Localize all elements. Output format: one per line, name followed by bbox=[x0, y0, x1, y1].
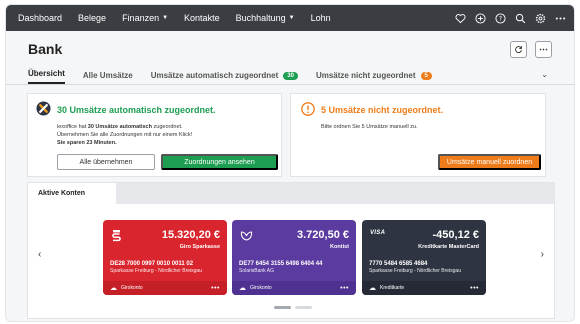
text-fragment: zugeordnet. bbox=[151, 124, 183, 130]
carousel-prev-button[interactable]: ‹ bbox=[38, 249, 41, 260]
text-fragment-bold: 30 Umsätze automatisch bbox=[87, 124, 152, 130]
page-header: Bank bbox=[6, 31, 574, 67]
card-footer: ☁ Kreditkarte ••• bbox=[362, 281, 486, 295]
header-actions bbox=[510, 40, 552, 58]
account-bank: Sparkasse Freiburg - Nördlicher Breisgau bbox=[110, 268, 202, 274]
app-window: Dashboard Belege Finanzen ▼ Kontakte Buch… bbox=[5, 4, 575, 322]
svg-text:?: ? bbox=[499, 15, 502, 22]
nav-kontakte[interactable]: Kontakte bbox=[184, 13, 220, 23]
more-icon[interactable]: ••• bbox=[211, 285, 220, 292]
manual-panel-text: Bitte ordnen Sie 5 Umsätze manuell zu. bbox=[321, 124, 418, 130]
assign-manually-button[interactable]: Umsätze manuell zuordnen bbox=[438, 154, 541, 170]
account-iban: 7770 5484 6585 4684 bbox=[369, 261, 428, 267]
tab-active-accounts[interactable]: Aktive Konten bbox=[28, 183, 116, 204]
plus-circle-icon[interactable] bbox=[475, 12, 486, 24]
chevron-down-icon[interactable]: ⌄ bbox=[541, 70, 548, 79]
leaf-logo-icon bbox=[240, 231, 253, 241]
auto-assigned-panel: 30 Umsätze automatisch zugeordnet. lexof… bbox=[27, 93, 282, 177]
account-type: Girokonto bbox=[250, 285, 272, 291]
nav-dashboard[interactable]: Dashboard bbox=[18, 13, 62, 23]
nav-lohn[interactable]: Lohn bbox=[311, 13, 331, 23]
sparkasse-logo-icon bbox=[112, 230, 121, 242]
carousel-next-button[interactable]: › bbox=[541, 249, 544, 260]
account-card[interactable]: VISA -450,12 € Kreditkarte MasterCard 77… bbox=[362, 220, 486, 295]
nav-buchhaltung[interactable]: Buchhaltung ▼ bbox=[236, 13, 295, 23]
cloud-icon: ☁ bbox=[110, 285, 117, 292]
nav-belege[interactable]: Belege bbox=[78, 13, 106, 23]
account-balance: -450,12 € bbox=[432, 229, 479, 241]
lexoffice-logo-icon bbox=[36, 101, 51, 116]
account-name: Kreditkarte MasterCard bbox=[418, 244, 479, 250]
account-bank: Sparkasse Freiburg - Nördlicher Breisgau bbox=[369, 268, 461, 274]
pager-dot[interactable] bbox=[274, 306, 291, 309]
card-footer: ☁ Girokonto ••• bbox=[103, 281, 227, 295]
top-navigation: Dashboard Belege Finanzen ▼ Kontakte Buch… bbox=[6, 5, 574, 31]
more-options-button[interactable] bbox=[535, 40, 552, 58]
pager-dot[interactable] bbox=[295, 306, 312, 309]
nav-finanzen[interactable]: Finanzen ▼ bbox=[122, 13, 168, 23]
visa-logo-icon: VISA bbox=[370, 230, 386, 236]
heart-icon[interactable] bbox=[455, 13, 466, 24]
account-type: Kreditkarte bbox=[380, 285, 405, 291]
tab-nicht-zugeordnet[interactable]: Umsätze nicht zugeordnet 5 bbox=[316, 71, 432, 84]
tab-uebersicht[interactable]: Übersicht bbox=[28, 69, 65, 84]
account-bank: SolarisBank AG bbox=[239, 268, 275, 274]
account-iban: DE77 6454 3155 6498 6404 44 bbox=[239, 261, 323, 267]
cloud-icon: ☁ bbox=[239, 285, 246, 292]
chevron-down-icon: ▼ bbox=[288, 15, 295, 21]
count-badge: 30 bbox=[283, 71, 298, 80]
account-balance: 15.320,20 € bbox=[161, 229, 220, 241]
page-title: Bank bbox=[28, 41, 63, 57]
tab-bar: Übersicht Alle Umsätze Umsätze automatis… bbox=[6, 67, 574, 85]
account-balance: 3.720,50 € bbox=[297, 229, 349, 241]
account-iban: DE28 7000 0997 0010 0011 02 bbox=[110, 261, 194, 267]
auto-panel-text: lexoffice hat 30 Umsätze automatisch zug… bbox=[57, 123, 272, 147]
count-badge: 5 bbox=[420, 71, 432, 80]
account-card[interactable]: 15.320,20 € Giro Sparkasse DE28 7000 099… bbox=[103, 220, 227, 295]
more-icon[interactable]: ••• bbox=[340, 285, 349, 292]
auto-panel-title: 30 Umsätze automatisch zugeordnet. bbox=[57, 105, 216, 115]
tab-alle-umsaetze[interactable]: Alle Umsätze bbox=[83, 71, 133, 84]
warning-icon bbox=[301, 102, 315, 116]
account-type: Girokonto bbox=[121, 285, 143, 291]
gear-icon[interactable] bbox=[535, 13, 546, 24]
time-saved-text: Sie sparen 23 Minuten. bbox=[57, 140, 117, 146]
help-icon[interactable]: ? bbox=[495, 12, 506, 24]
search-icon[interactable] bbox=[515, 13, 526, 24]
refresh-button[interactable] bbox=[510, 40, 527, 58]
tab-automatisch-zugeordnet[interactable]: Umsätze automatisch zugeordnet 30 bbox=[151, 71, 298, 84]
account-name: Giro Sparkasse bbox=[179, 244, 220, 250]
card-footer: ☁ Girokonto ••• bbox=[232, 281, 356, 295]
active-accounts-section: Aktive Konten ‹ › 15.320,20 € Giro Spark… bbox=[27, 182, 555, 319]
carousel-pager bbox=[274, 306, 312, 309]
nav-icon-group: ? bbox=[455, 12, 566, 24]
more-icon bbox=[539, 48, 548, 50]
more-icon[interactable]: ••• bbox=[470, 285, 479, 292]
refresh-icon bbox=[515, 45, 522, 53]
account-name: Kontist bbox=[330, 244, 349, 250]
cloud-icon: ☁ bbox=[369, 285, 376, 292]
view-assignments-button[interactable]: Zuordnungen ansehen bbox=[161, 154, 278, 170]
not-assigned-panel: 5 Umsätze nicht zugeordnet. Bitte ordnen… bbox=[290, 93, 546, 177]
account-card[interactable]: 3.720,50 € Kontist DE77 6454 3155 6498 6… bbox=[232, 220, 356, 295]
chevron-down-icon: ▼ bbox=[162, 15, 169, 21]
text-fragment: Übernehmen Sie alle Zuordnungen mit nur … bbox=[57, 132, 193, 138]
notification-panels: 30 Umsätze automatisch zugeordnet. lexof… bbox=[6, 85, 574, 177]
more-icon[interactable] bbox=[555, 13, 566, 24]
text-fragment: lexoffice hat bbox=[57, 124, 88, 130]
accept-all-button[interactable]: Alle übernehmen bbox=[57, 154, 155, 170]
manual-panel-title: 5 Umsätze nicht zugeordnet. bbox=[321, 105, 444, 115]
accounts-tab-bar: Aktive Konten bbox=[28, 183, 554, 204]
